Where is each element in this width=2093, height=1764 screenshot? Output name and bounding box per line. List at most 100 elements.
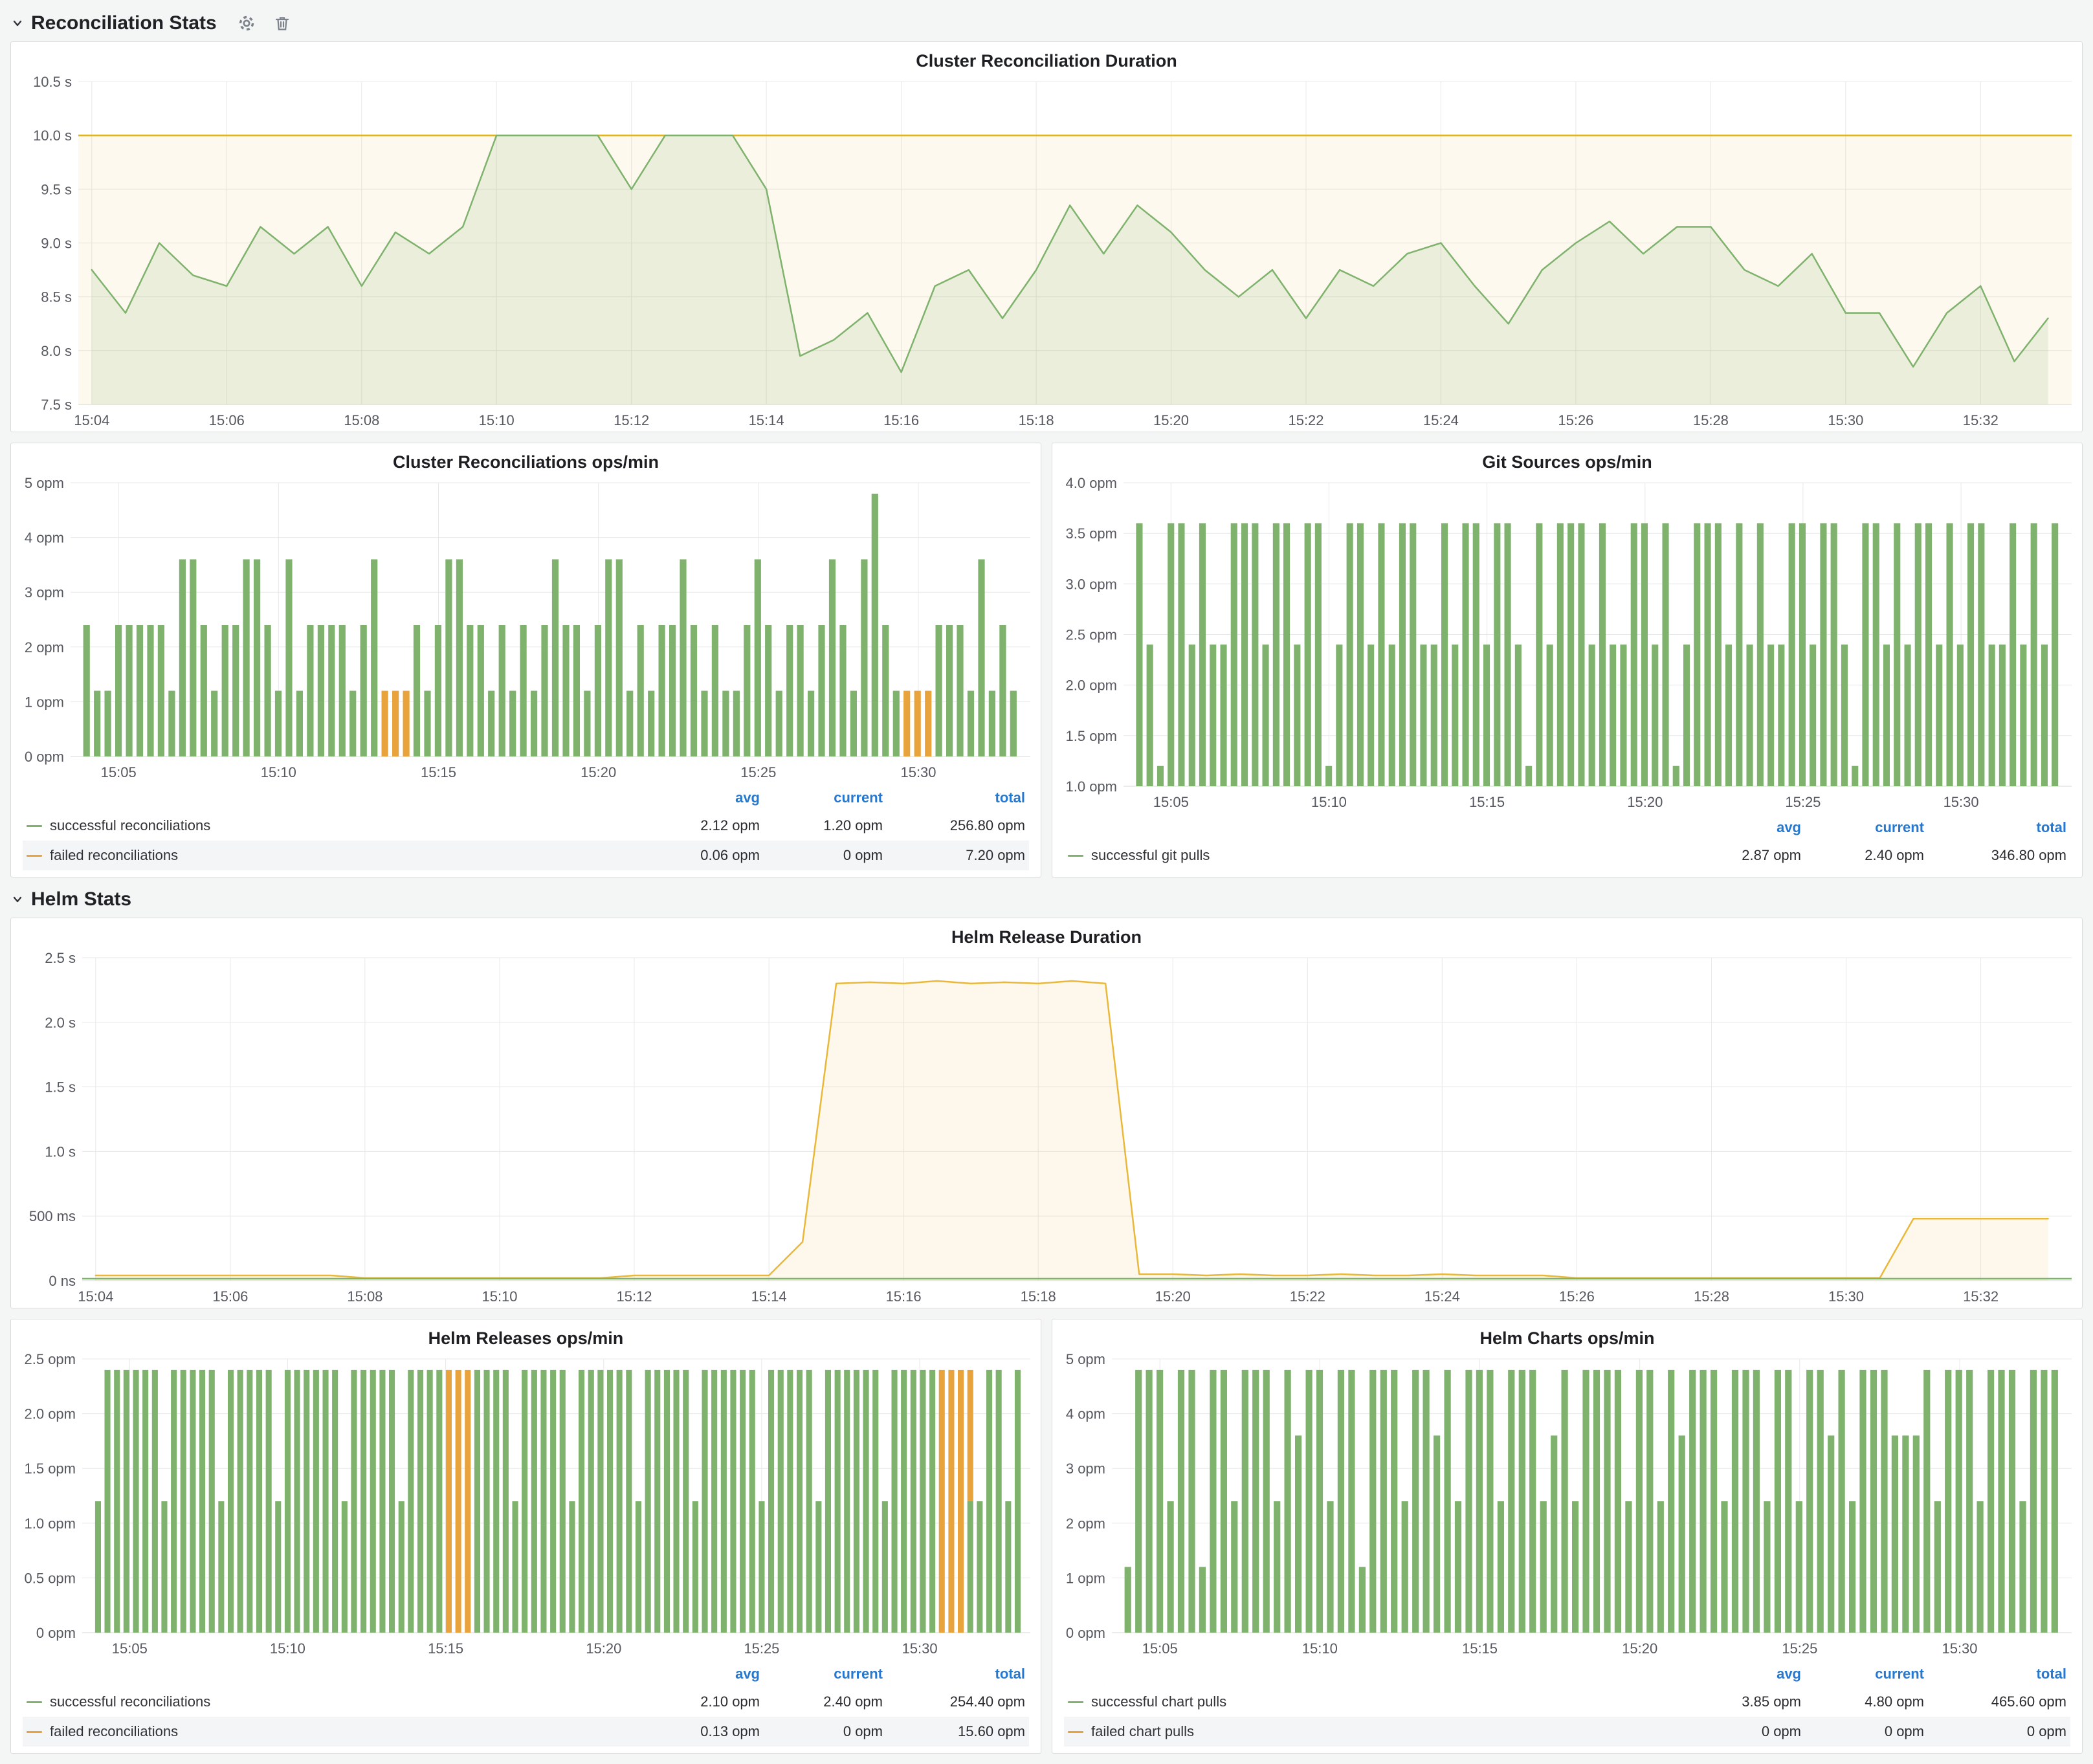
svg-text:1.0 opm: 1.0 opm bbox=[25, 1516, 76, 1532]
svg-text:15:20: 15:20 bbox=[1153, 412, 1189, 428]
panel-helm-releases-ops: Helm Releases ops/min 15:0515:1015:1515:… bbox=[10, 1319, 1041, 1754]
legend-avg-value: 2.12 opm bbox=[637, 817, 760, 834]
section-reconciliation-stats[interactable]: Reconciliation Stats bbox=[10, 5, 2083, 41]
svg-text:15:30: 15:30 bbox=[1828, 1288, 1864, 1305]
legend-column-avg[interactable]: avg bbox=[637, 789, 760, 806]
svg-text:1.5 opm: 1.5 opm bbox=[25, 1461, 76, 1477]
panel-title[interactable]: Cluster Reconciliations ops/min bbox=[11, 443, 1041, 475]
svg-text:15:18: 15:18 bbox=[1019, 412, 1054, 428]
legend-column-total[interactable]: total bbox=[1924, 819, 2066, 836]
legend-series-label[interactable]: failed reconciliations bbox=[27, 1723, 637, 1740]
svg-text:1.0 s: 1.0 s bbox=[45, 1143, 76, 1160]
helm-charts-ops-chart[interactable]: 15:0515:1015:1515:2015:2515:300 opm1 opm… bbox=[1052, 1351, 2082, 1660]
panel-title[interactable]: Helm Release Duration bbox=[11, 918, 2082, 950]
svg-text:3 opm: 3 opm bbox=[1066, 1461, 1105, 1477]
legend-column-avg[interactable]: avg bbox=[1678, 1666, 1801, 1682]
legend-series-label[interactable]: successful reconciliations bbox=[27, 817, 637, 834]
panel-title[interactable]: Helm Charts ops/min bbox=[1052, 1319, 2082, 1351]
panel-title[interactable]: Cluster Reconciliation Duration bbox=[11, 42, 2082, 74]
svg-text:10.5 s: 10.5 s bbox=[33, 74, 72, 90]
svg-text:15:25: 15:25 bbox=[740, 764, 776, 780]
helm_duration-svg: 15:0415:0615:0815:1015:1215:1415:1615:18… bbox=[11, 950, 2082, 1308]
legend-total-value: 0 opm bbox=[1924, 1723, 2066, 1740]
legend-series-label[interactable]: failed reconciliations bbox=[27, 847, 637, 864]
helm-releases-ops-chart[interactable]: 15:0515:1015:1515:2015:2515:300 opm0.5 o… bbox=[11, 1351, 1041, 1660]
legend-current-value: 0 opm bbox=[760, 847, 883, 864]
svg-text:0 opm: 0 opm bbox=[25, 749, 64, 765]
svg-text:4 opm: 4 opm bbox=[25, 530, 64, 546]
series-color-mark bbox=[27, 1701, 42, 1703]
legend-row: successful reconciliations2.12 opm1.20 o… bbox=[23, 811, 1029, 841]
legend-current-value: 0 opm bbox=[760, 1723, 883, 1740]
panel-git-sources-ops: Git Sources ops/min 15:0515:1015:1515:20… bbox=[1052, 443, 2083, 877]
svg-text:2 opm: 2 opm bbox=[1066, 1516, 1105, 1532]
svg-text:15:05: 15:05 bbox=[1153, 794, 1189, 810]
svg-text:2 opm: 2 opm bbox=[25, 639, 64, 656]
cluster-reconciliations-ops-chart[interactable]: 15:0515:1015:1515:2015:2515:300 opm1 opm… bbox=[11, 475, 1041, 784]
legend-column-current[interactable]: current bbox=[760, 1666, 883, 1682]
panel-title[interactable]: Git Sources ops/min bbox=[1052, 443, 2082, 475]
legend-avg-value: 0 opm bbox=[1678, 1723, 1801, 1740]
git-sources-ops-chart[interactable]: 15:0515:1015:1515:2015:2515:301.0 opm1.5… bbox=[1052, 475, 2082, 813]
svg-text:15:15: 15:15 bbox=[1469, 794, 1505, 810]
section-title: Helm Stats bbox=[31, 888, 131, 910]
section-helm-stats[interactable]: Helm Stats bbox=[10, 881, 2083, 918]
svg-text:3.0 opm: 3.0 opm bbox=[1066, 576, 1118, 592]
svg-text:15:18: 15:18 bbox=[1021, 1288, 1056, 1305]
svg-text:15:06: 15:06 bbox=[209, 412, 245, 428]
chevron-down-icon bbox=[10, 892, 25, 907]
legend-series-label[interactable]: failed chart pulls bbox=[1068, 1723, 1678, 1740]
legend-row: failed chart pulls0 opm0 opm0 opm bbox=[1064, 1717, 2070, 1747]
svg-text:15:05: 15:05 bbox=[1142, 1640, 1178, 1657]
svg-text:8.5 s: 8.5 s bbox=[41, 289, 72, 305]
legend-column-avg[interactable]: avg bbox=[1678, 819, 1801, 836]
legend-column-current[interactable]: current bbox=[1801, 1666, 1924, 1682]
svg-text:15:30: 15:30 bbox=[902, 1640, 938, 1657]
legend-column-avg[interactable]: avg bbox=[637, 1666, 760, 1682]
svg-text:2.5 opm: 2.5 opm bbox=[25, 1351, 76, 1367]
legend-current-value: 1.20 opm bbox=[760, 817, 883, 834]
legend-series-label[interactable]: successful reconciliations bbox=[27, 1693, 637, 1710]
svg-text:15:20: 15:20 bbox=[1155, 1288, 1191, 1305]
legend-total-value: 346.80 opm bbox=[1924, 847, 2066, 864]
svg-text:15:10: 15:10 bbox=[261, 764, 296, 780]
legend-helm-charts: avgcurrenttotalsuccessful chart pulls3.8… bbox=[1052, 1660, 2082, 1753]
helm-release-duration-chart[interactable]: 15:0415:0615:0815:1015:1215:1415:1615:18… bbox=[11, 950, 2082, 1308]
svg-text:15:30: 15:30 bbox=[1828, 412, 1863, 428]
svg-text:15:15: 15:15 bbox=[421, 764, 456, 780]
legend-total-value: 7.20 opm bbox=[883, 847, 1025, 864]
panel-title[interactable]: Helm Releases ops/min bbox=[11, 1319, 1041, 1351]
legend-total-value: 15.60 opm bbox=[883, 1723, 1025, 1740]
svg-text:15:25: 15:25 bbox=[744, 1640, 779, 1657]
svg-text:15:28: 15:28 bbox=[1693, 412, 1729, 428]
svg-text:4.0 opm: 4.0 opm bbox=[1066, 475, 1118, 491]
svg-text:1.5 opm: 1.5 opm bbox=[1066, 728, 1118, 744]
svg-text:15:22: 15:22 bbox=[1290, 1288, 1325, 1305]
series-color-mark bbox=[27, 825, 42, 827]
legend-total-value: 256.80 opm bbox=[883, 817, 1025, 834]
gear-icon[interactable] bbox=[235, 12, 258, 35]
svg-text:9.0 s: 9.0 s bbox=[41, 236, 72, 252]
reconciliation-panels: Cluster Reconciliation Duration 15:0415:… bbox=[10, 41, 2083, 877]
legend-avg-value: 0.13 opm bbox=[637, 1723, 760, 1740]
svg-text:15:08: 15:08 bbox=[347, 1288, 382, 1305]
trash-icon[interactable] bbox=[271, 12, 293, 34]
legend-column-total[interactable]: total bbox=[883, 1666, 1025, 1682]
svg-text:15:14: 15:14 bbox=[749, 412, 784, 428]
legend-series-label[interactable]: successful chart pulls bbox=[1068, 1693, 1678, 1710]
legend-column-current[interactable]: current bbox=[760, 789, 883, 806]
legend-column-total[interactable]: total bbox=[883, 789, 1025, 806]
svg-text:15:24: 15:24 bbox=[1423, 412, 1459, 428]
helm_charts-svg: 15:0515:1015:1515:2015:2515:300 opm1 opm… bbox=[1052, 1351, 2082, 1660]
cluster-reconciliation-duration-chart[interactable]: 15:0415:0615:0815:1015:1215:1415:1615:18… bbox=[11, 74, 2082, 432]
legend-avg-value: 2.10 opm bbox=[637, 1693, 760, 1710]
svg-text:15:26: 15:26 bbox=[1559, 1288, 1595, 1305]
svg-text:15:16: 15:16 bbox=[883, 412, 919, 428]
svg-text:15:28: 15:28 bbox=[1694, 1288, 1729, 1305]
svg-text:15:25: 15:25 bbox=[1782, 1640, 1817, 1657]
legend-series-label[interactable]: successful git pulls bbox=[1068, 847, 1678, 864]
series-color-mark bbox=[27, 1731, 42, 1733]
legend-column-total[interactable]: total bbox=[1924, 1666, 2066, 1682]
svg-text:15:26: 15:26 bbox=[1558, 412, 1593, 428]
legend-column-current[interactable]: current bbox=[1801, 819, 1924, 836]
